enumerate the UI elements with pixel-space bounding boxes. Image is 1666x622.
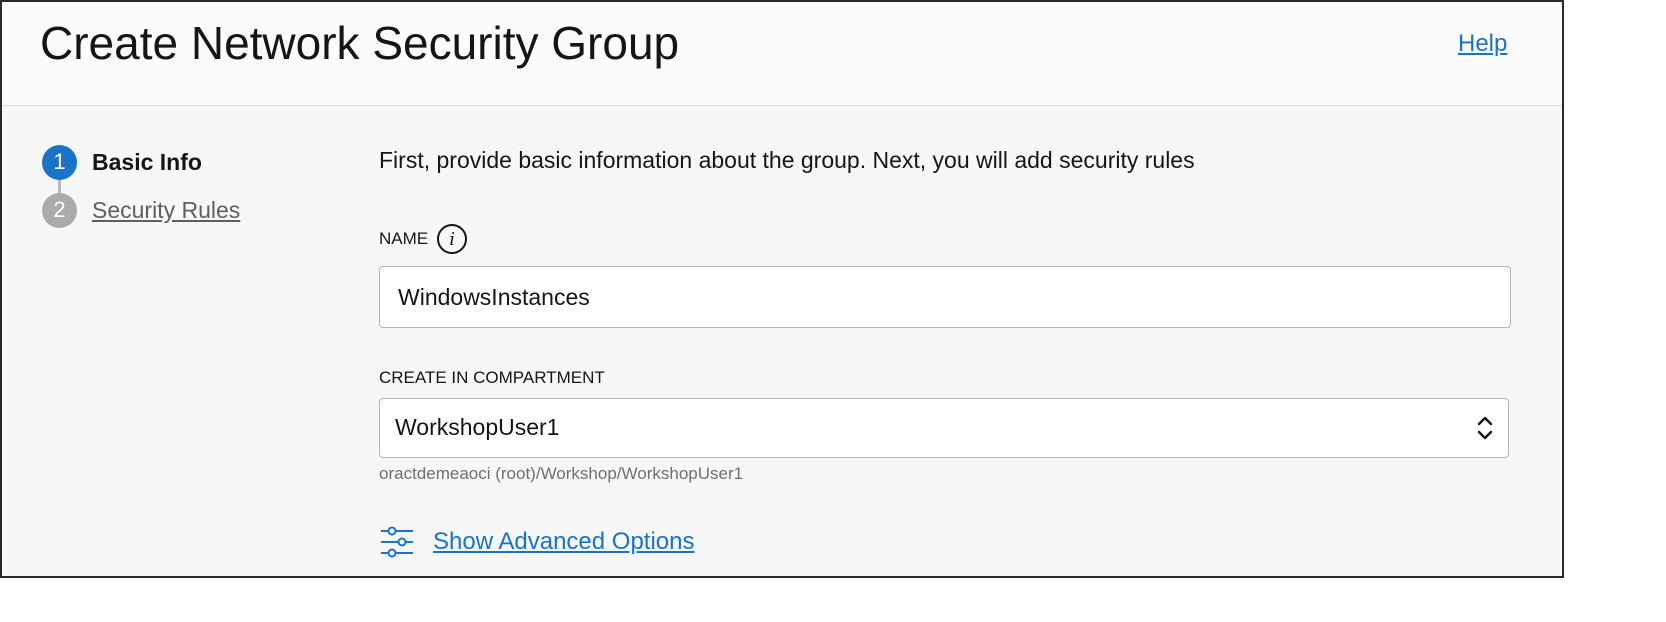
page-title: Create Network Security Group — [40, 17, 680, 69]
intro-text: First, provide basic information about t… — [379, 147, 1195, 173]
dialog-frame: Create Network Security Group Help 1 Bas… — [0, 0, 1564, 578]
compartment-label: CREATE IN COMPARTMENT — [379, 368, 605, 387]
compartment-path: oractdemeaoci (root)/Workshop/WorkshopUs… — [379, 464, 744, 483]
advanced-options-row: Show Advanced Options — [379, 524, 695, 560]
sliders-icon[interactable] — [379, 524, 415, 560]
help-link[interactable]: Help — [1458, 30, 1507, 58]
name-label-row: NAME i — [379, 224, 468, 254]
compartment-select-value: WorkshopUser1 — [395, 414, 560, 440]
name-input[interactable] — [379, 266, 1511, 328]
step-2-circle: 2 — [42, 192, 77, 228]
show-advanced-options-link[interactable]: Show Advanced Options — [433, 528, 695, 556]
dialog-header: Create Network Security Group Help — [2, 2, 1562, 106]
compartment-select[interactable]: WorkshopUser1 — [379, 398, 1509, 458]
chevron-up-down-icon — [1477, 416, 1493, 440]
step-1-label: Basic Info — [92, 148, 202, 175]
step-security-rules[interactable]: 2 Security Rules — [42, 192, 240, 228]
step-basic-info: 1 Basic Info — [42, 144, 202, 180]
page: Create Network Security Group Help 1 Bas… — [0, 0, 1666, 622]
compartment-label-row: CREATE IN COMPARTMENT — [379, 368, 605, 388]
info-icon[interactable]: i — [437, 224, 468, 254]
step-1-circle: 1 — [42, 144, 77, 180]
name-label: NAME — [379, 229, 429, 248]
step-2-label[interactable]: Security Rules — [92, 197, 240, 224]
